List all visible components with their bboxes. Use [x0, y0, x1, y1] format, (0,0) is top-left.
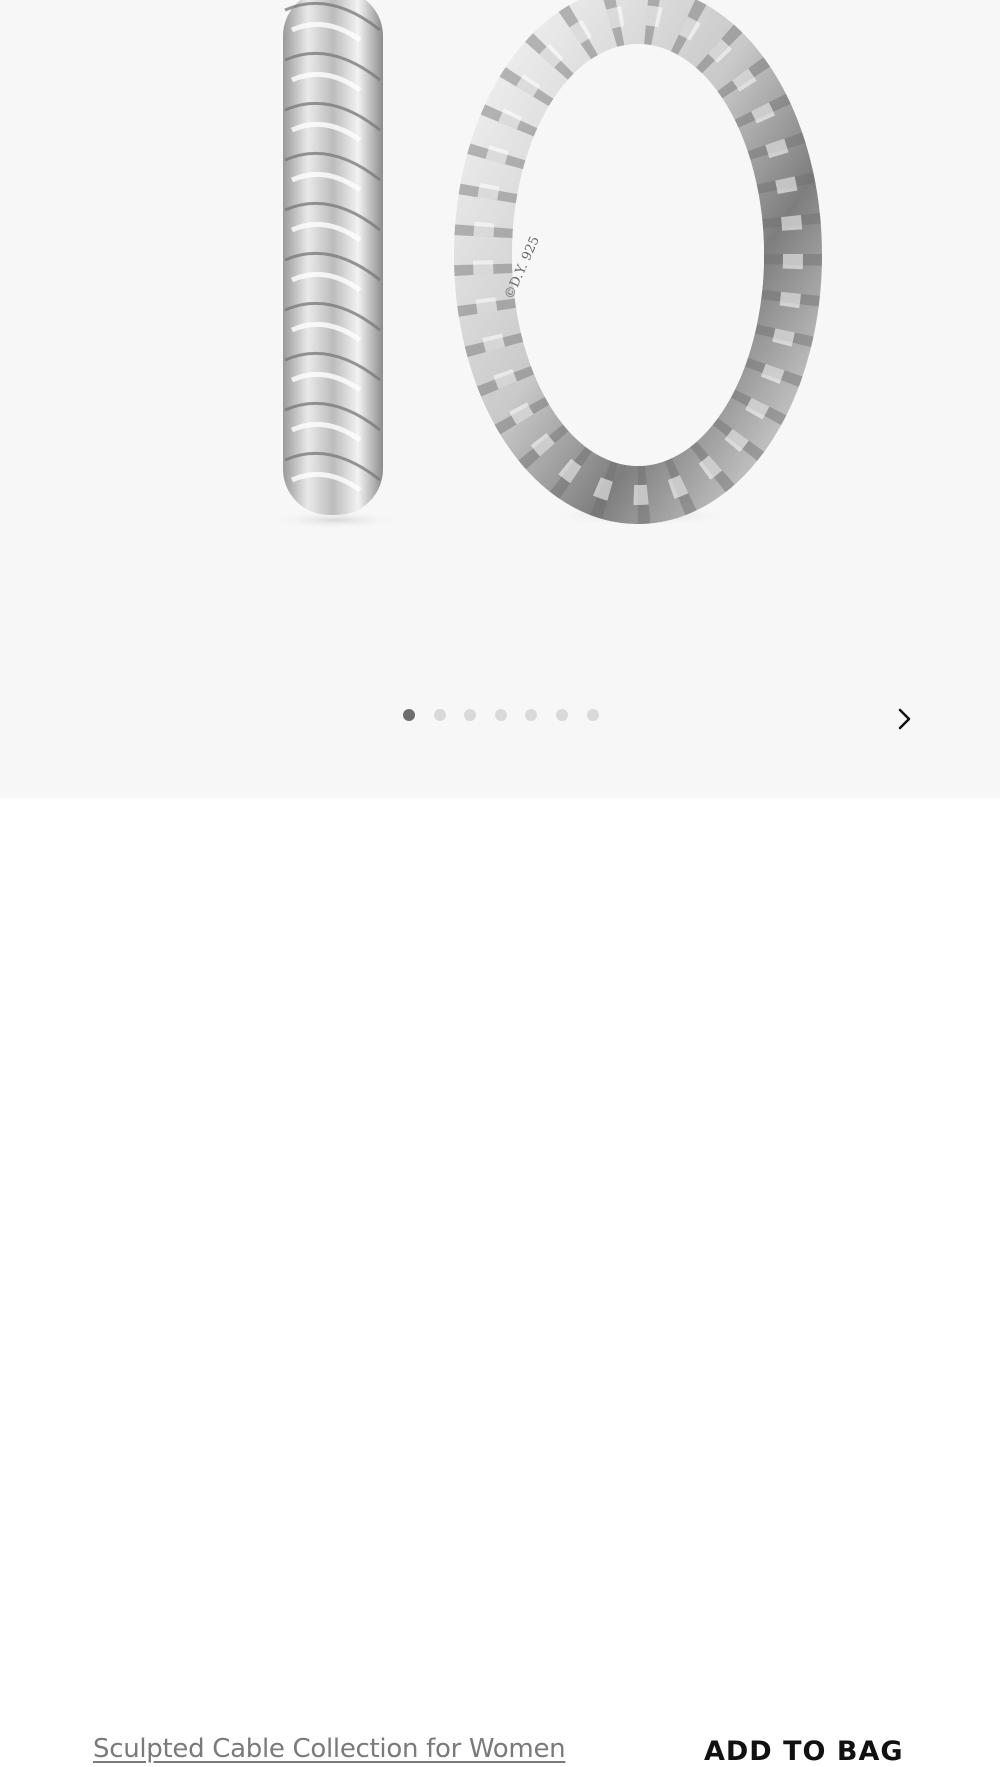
- add-to-bag-button[interactable]: ADD TO BAG: [704, 1736, 904, 1767]
- next-image-button[interactable]: [890, 702, 920, 736]
- chevron-right-icon: [898, 708, 911, 730]
- product-footer: Sculpted Cable Collection for Women ADD …: [0, 798, 1000, 1767]
- carousel-dot[interactable]: [494, 709, 507, 721]
- right-earring: ©D.Y. 925: [454, 0, 822, 524]
- product-image: ©D.Y. 925: [270, 0, 822, 529]
- collection-link[interactable]: Sculpted Cable Collection for Women: [93, 1734, 566, 1764]
- carousel-dot[interactable]: [586, 709, 599, 721]
- carousel-dot[interactable]: [555, 709, 568, 721]
- carousel-dot[interactable]: [525, 709, 538, 721]
- carousel-dot[interactable]: [433, 709, 446, 721]
- left-earring: [283, 0, 383, 515]
- carousel-dots: [403, 709, 617, 721]
- carousel-dot[interactable]: [403, 709, 415, 721]
- carousel-dot[interactable]: [464, 709, 477, 721]
- product-image-gallery[interactable]: ©D.Y. 925: [0, 0, 1000, 798]
